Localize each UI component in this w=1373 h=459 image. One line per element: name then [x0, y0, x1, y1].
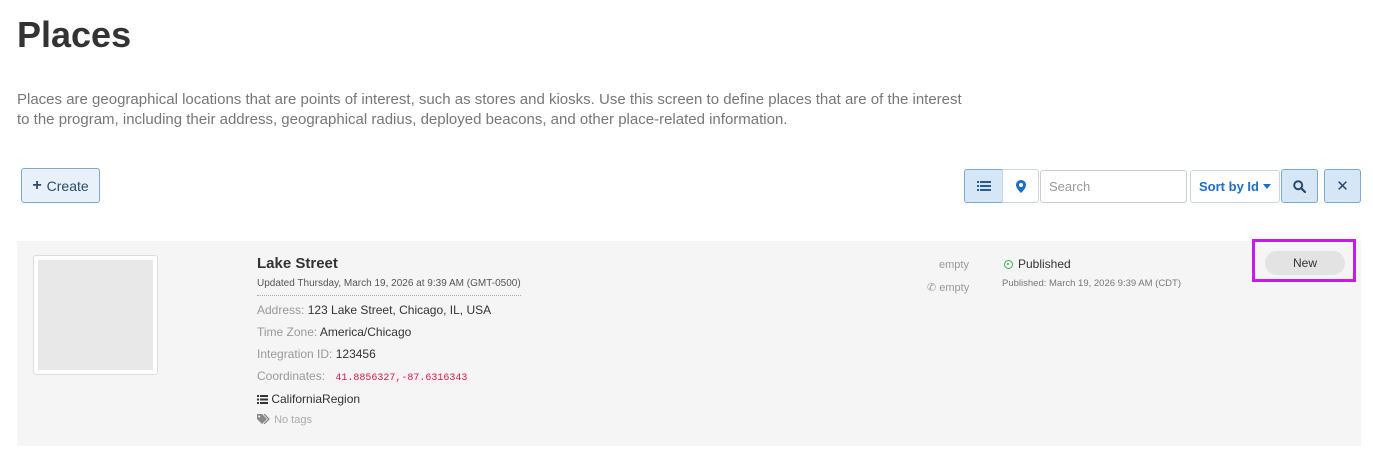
sort-label: Sort by Id [1199, 179, 1259, 194]
tags-icon [257, 413, 270, 425]
close-icon: ✕ [1336, 178, 1349, 195]
coordinates-value: 41.8856327,-87.6316343 [331, 372, 472, 385]
list-icon [976, 181, 991, 191]
integration-row: Integration ID: 123456 [257, 347, 376, 361]
search-button[interactable] [1281, 169, 1318, 203]
clear-button[interactable]: ✕ [1324, 169, 1361, 203]
status-label: Published [1018, 257, 1071, 271]
page-description: Places are geographical locations that a… [17, 91, 962, 128]
status-dot-icon [1004, 259, 1013, 269]
tags-row: No tags [257, 413, 312, 426]
region-value: CaliforniaRegion [271, 392, 361, 406]
phone-row: ✆ empty [927, 281, 969, 294]
timezone-row: Time Zone: America/Chicago [257, 325, 411, 339]
timezone-label: Time Zone: [257, 325, 318, 339]
integration-label: Integration ID: [257, 347, 333, 361]
place-thumbnail [33, 255, 158, 375]
map-view-button[interactable] [1002, 169, 1039, 203]
phone-icon: ✆ [927, 282, 937, 294]
place-name[interactable]: Lake Street [257, 255, 338, 272]
list-view-button[interactable] [964, 169, 1003, 203]
search-input[interactable] [1040, 170, 1187, 203]
address-row: Address: 123 Lake Street, Chicago, IL, U… [257, 303, 491, 317]
sort-dropdown[interactable]: Sort by Id [1190, 170, 1280, 203]
map-marker-icon [1015, 179, 1026, 193]
create-button[interactable]: + Create [21, 168, 100, 203]
timezone-value: America/Chicago [319, 325, 412, 339]
integration-value: 123456 [335, 347, 376, 361]
place-card[interactable]: Lake Street Updated Thursday, March 19, … [17, 239, 1361, 446]
status-indicator: Published [1004, 257, 1071, 271]
list-icon [257, 395, 268, 404]
search-icon [1293, 179, 1306, 193]
published-date: Published: March 19, 2026 9:39 AM (CDT) [1002, 278, 1182, 289]
address-label: Address: [257, 303, 305, 317]
plus-icon: + [32, 176, 42, 194]
coordinates-row: Coordinates: 41.8856327,-87.6316343 [257, 369, 472, 385]
page-title: Places [17, 14, 132, 55]
email-value: empty [939, 259, 969, 271]
address-value: 123 Lake Street, Chicago, IL, USA [307, 303, 492, 317]
caret-down-icon [1262, 184, 1271, 189]
place-updated: Updated Thursday, March 19, 2026 at 9:39… [257, 278, 521, 296]
new-badge[interactable]: New [1265, 251, 1345, 275]
create-label: Create [46, 177, 89, 194]
coordinates-label: Coordinates: [257, 369, 326, 383]
tags-value: No tags [274, 414, 312, 426]
region-row: CaliforniaRegion [257, 392, 360, 406]
phone-value: empty [939, 282, 970, 294]
